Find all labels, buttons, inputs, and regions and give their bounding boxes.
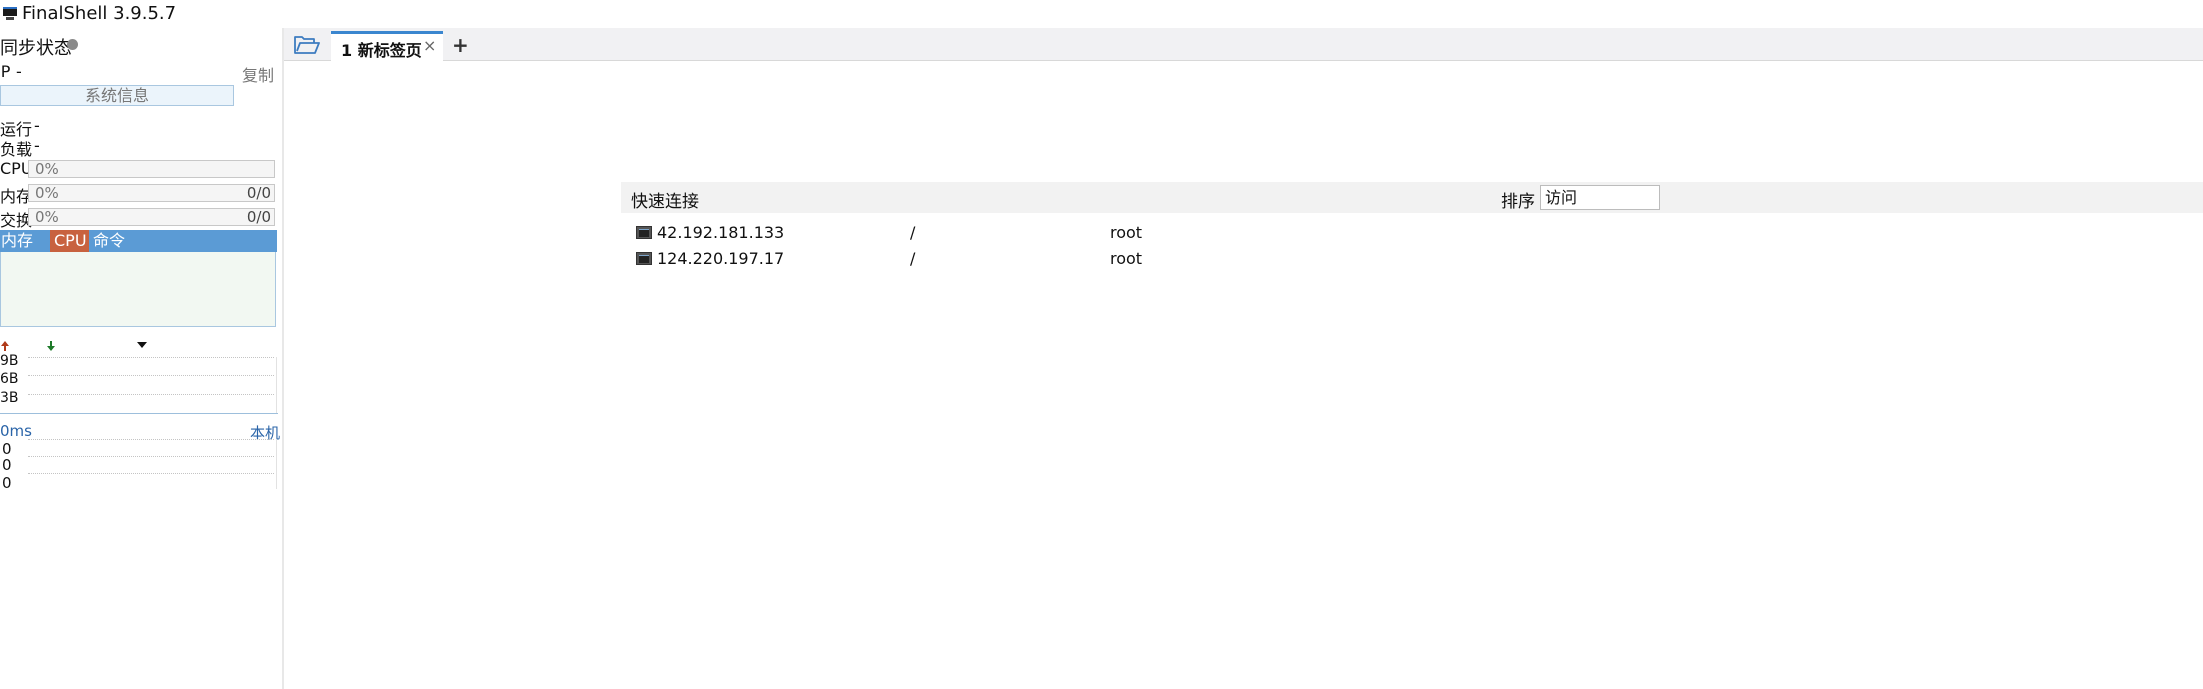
load-value: -: [34, 136, 40, 155]
quick-connect-header: 快速连接 排序 访问: [621, 182, 2203, 213]
ip-label: IP: [0, 62, 11, 81]
process-table-header: 内存 CPU 命令: [0, 230, 277, 252]
sync-status-label: 同步状态: [0, 38, 72, 59]
tab-new-tab[interactable]: 1 新标签页 ×: [331, 31, 443, 62]
sidebar: 同步状态 IP - 复制 系统信息 运行 - 负载 - CPU 0% 内存 0%…: [0, 28, 282, 689]
system-info-button[interactable]: 系统信息: [0, 85, 234, 106]
connection-host: 124.220.197.17: [657, 249, 785, 268]
quick-connect-title: 快速连接: [631, 192, 699, 212]
folder-open-icon[interactable]: [294, 34, 320, 56]
connection-host: 42.192.181.133: [657, 223, 785, 242]
ping-latency: 0ms: [0, 422, 32, 440]
connection-path: /: [910, 223, 916, 242]
copy-ip-button[interactable]: 复制: [242, 62, 274, 86]
connection-path: /: [910, 249, 916, 268]
network-y-tick: 9B: [0, 353, 19, 369]
swap-ratio: 0/0: [246, 208, 271, 226]
load-label: 负载: [0, 140, 33, 159]
tab-bar: [284, 28, 2203, 61]
terminal-icon: [636, 226, 652, 239]
upload-arrow-icon: [1, 341, 9, 351]
process-column-cpu[interactable]: CPU: [54, 230, 87, 252]
sync-status-indicator: [67, 39, 78, 50]
quick-connect-row[interactable]: 42.192.181.133 / root: [621, 221, 2203, 247]
memory-percent: 0%: [35, 184, 59, 202]
uptime-value: -: [34, 116, 40, 135]
ping-graph: [28, 439, 277, 489]
finalshell-app-icon: [3, 7, 17, 20]
network-y-tick: 3B: [0, 390, 19, 406]
cpu-percent: 0%: [35, 160, 59, 178]
add-tab-icon[interactable]: +: [452, 33, 469, 57]
sort-label: 排序: [1501, 192, 1535, 212]
network-y-tick: 6B: [0, 371, 19, 387]
ping-value: 0: [2, 456, 12, 474]
network-divider: [0, 413, 278, 414]
window-title: FinalShell 3.9.5.7: [22, 3, 177, 24]
tab-close-icon[interactable]: ×: [423, 36, 436, 55]
process-column-memory[interactable]: 内存: [1, 230, 33, 252]
quick-connect-row[interactable]: 124.220.197.17 / root: [621, 247, 2203, 273]
title-bar: FinalShell 3.9.5.7: [0, 0, 2203, 28]
ip-value: -: [16, 62, 22, 81]
process-list[interactable]: [0, 252, 276, 327]
swap-percent: 0%: [35, 208, 59, 226]
memory-usage-bar: 0% 0/0: [28, 184, 275, 202]
sort-select[interactable]: 访问: [1540, 185, 1660, 210]
cpu-usage-bar: 0%: [28, 160, 275, 178]
ping-value: 0: [2, 474, 12, 492]
network-graph: [28, 357, 277, 413]
network-interface-dropdown-icon[interactable]: [136, 341, 148, 349]
swap-usage-bar: 0% 0/0: [28, 208, 275, 226]
tab-label: 1 新标签页: [341, 41, 422, 60]
process-column-command[interactable]: 命令: [93, 230, 125, 252]
connection-user: root: [1110, 223, 1143, 242]
sidebar-splitter[interactable]: [282, 28, 284, 689]
terminal-icon: [636, 252, 652, 265]
download-arrow-icon: [47, 341, 55, 351]
memory-ratio: 0/0: [246, 184, 271, 202]
connection-user: root: [1110, 249, 1143, 268]
